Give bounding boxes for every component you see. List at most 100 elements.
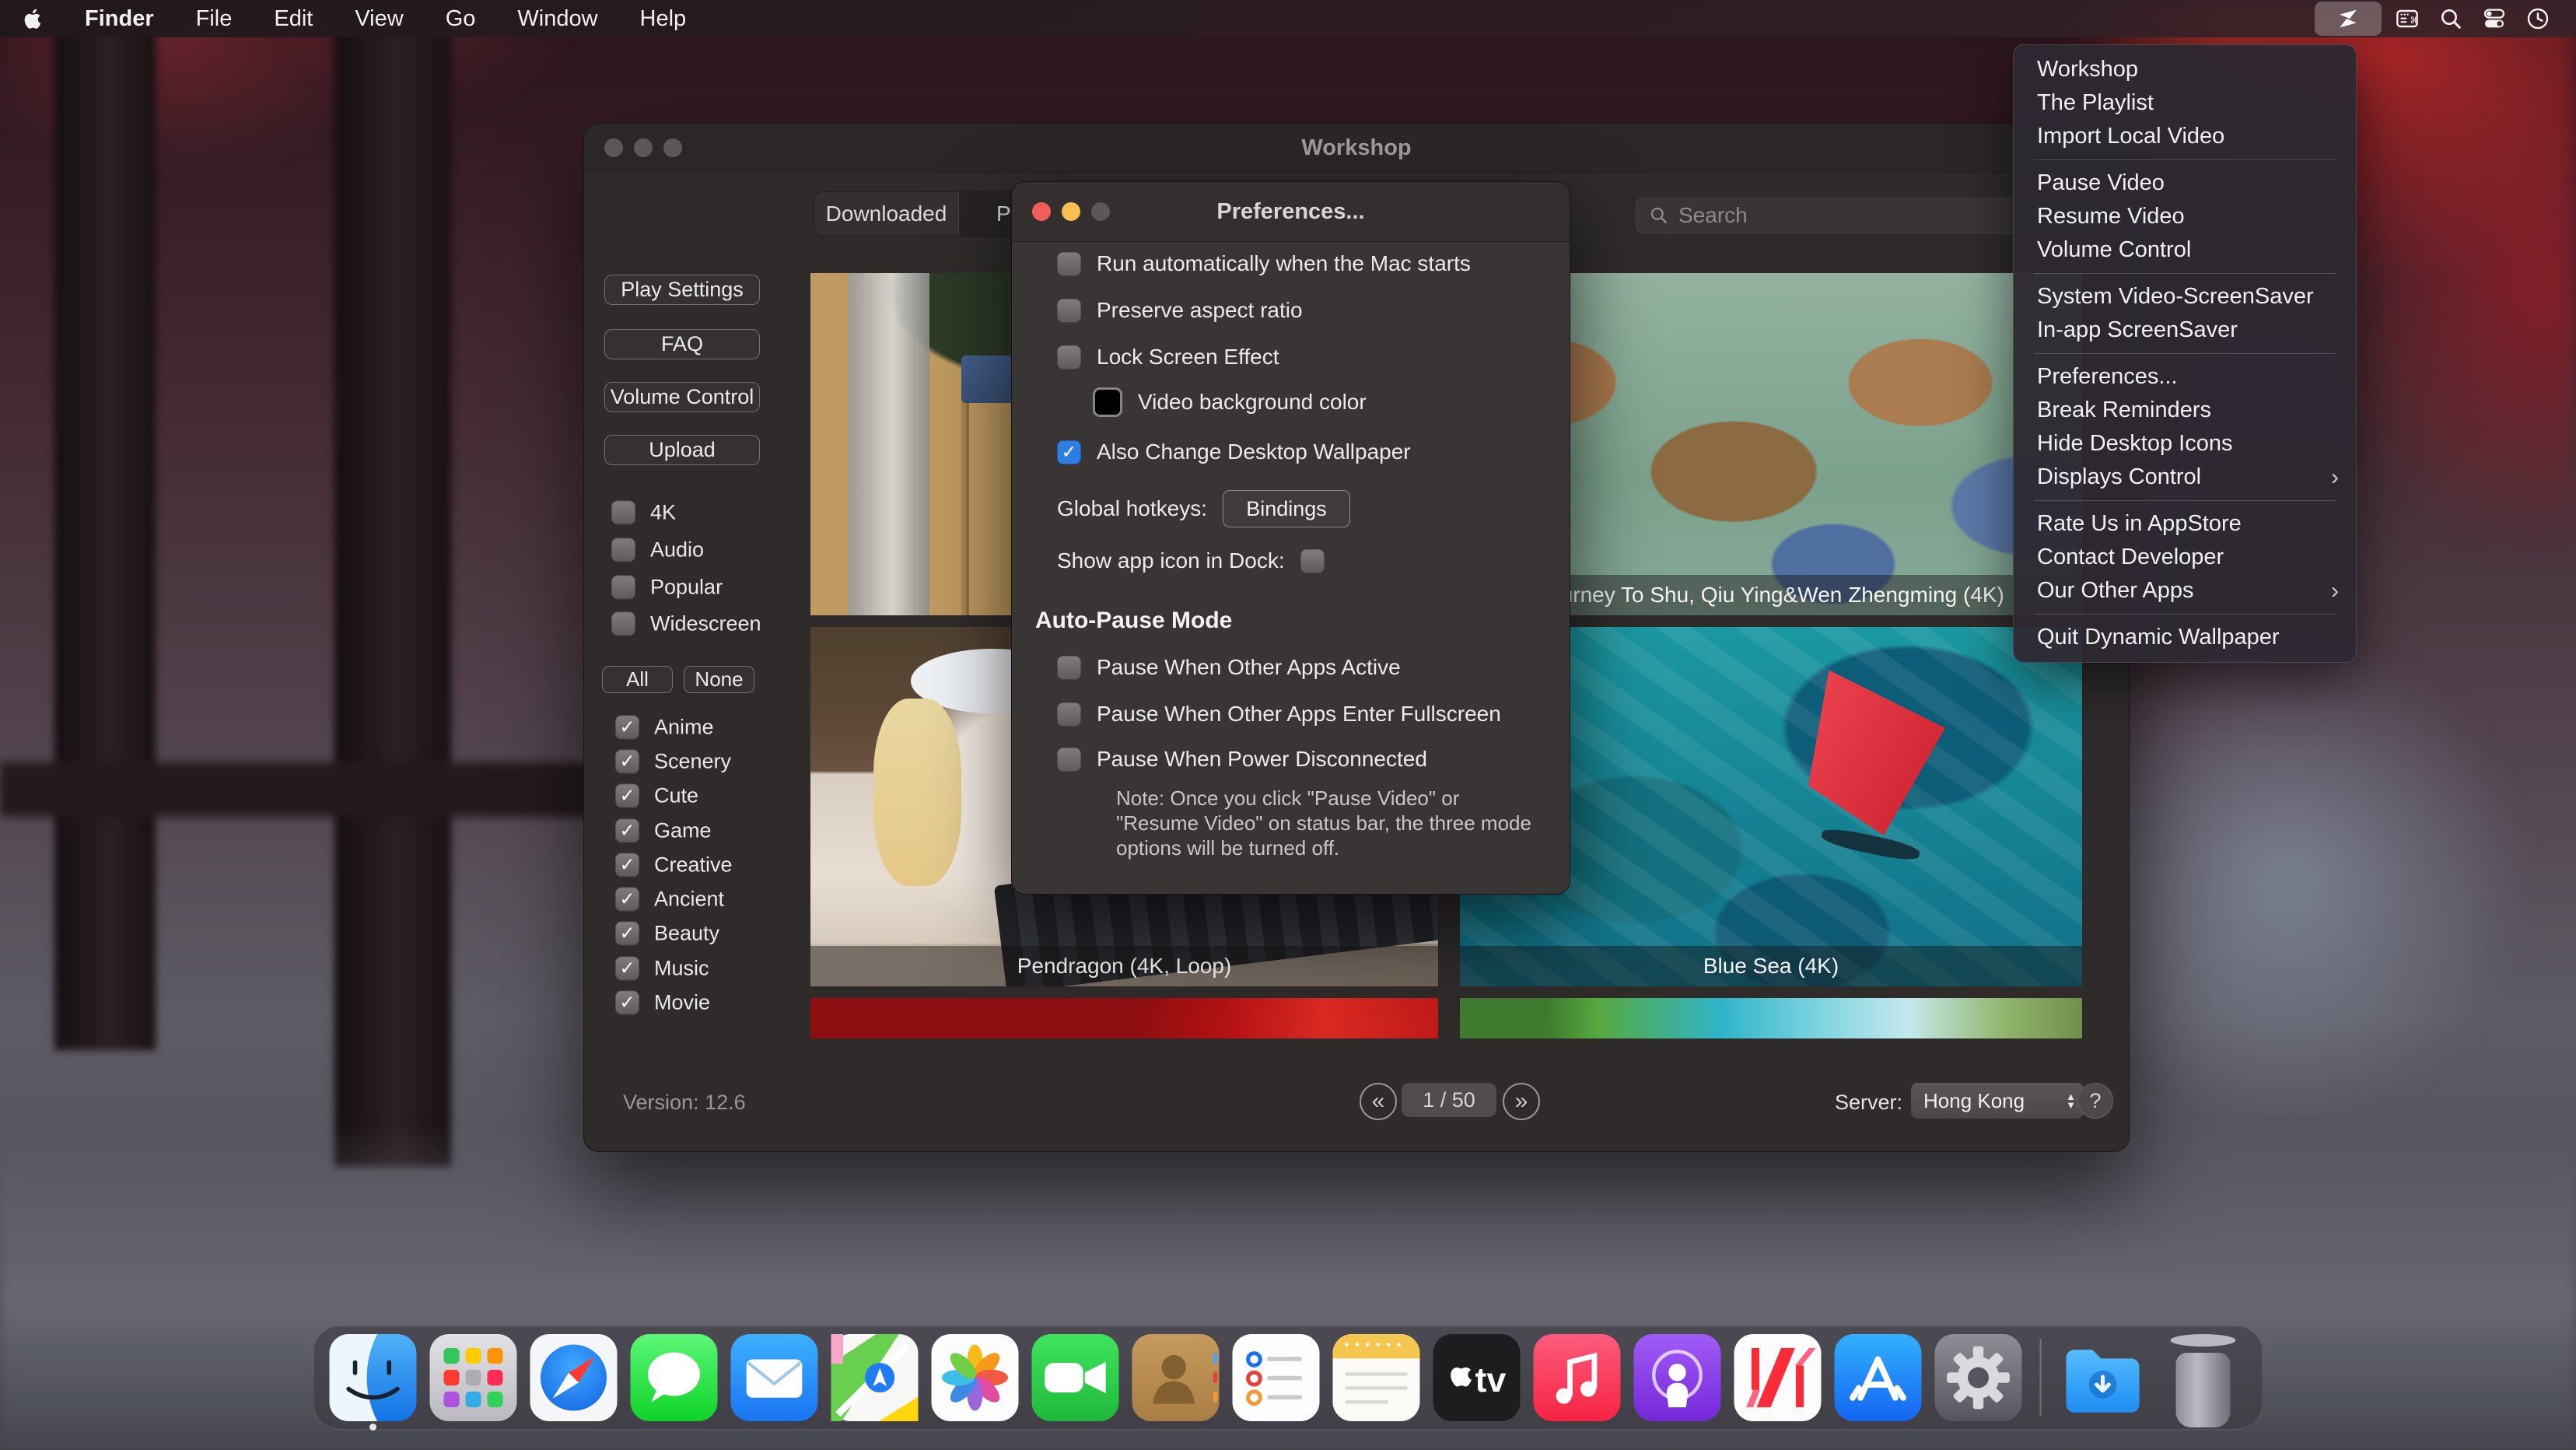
spotlight-status-icon[interactable] [2433,2,2469,36]
bindings-button[interactable]: Bindings [1223,490,1350,527]
thumbnail-partial-red[interactable] [810,998,1438,1038]
next-page-button[interactable]: » [1503,1083,1540,1120]
menu-item-the-playlist[interactable]: The Playlist [2014,86,2356,120]
category-music[interactable]: Music [615,957,709,981]
category-creative[interactable]: Creative [615,853,733,877]
dock-facetime-icon[interactable] [1032,1334,1119,1421]
menubar-view[interactable]: View [334,0,424,37]
menu-item-resume-video[interactable]: Resume Video [2014,200,2356,233]
menu-item-preferences[interactable]: Preferences... [2014,360,2356,394]
menu-item-hide-desktop-icons[interactable]: Hide Desktop Icons [2014,427,2356,461]
select-none-button[interactable]: None [684,666,754,693]
category-cute[interactable]: Cute [615,784,698,808]
checkbox[interactable] [1057,440,1081,464]
workshop-titlebar[interactable]: Workshop [584,124,2129,173]
faq-button[interactable]: FAQ [604,329,760,359]
menu-item-system-video-screensaver[interactable]: System Video-ScreenSaver [2014,280,2356,313]
dock-downloads-icon[interactable] [2060,1334,2147,1421]
menu-item-contact-developer[interactable]: Contact Developer [2014,541,2356,574]
filter-popular[interactable]: Popular [611,576,723,600]
dock-maps-icon[interactable] [831,1334,919,1421]
filter-widescreen[interactable]: Widescreen [611,612,761,636]
color-well[interactable] [1093,387,1122,417]
checkbox[interactable] [615,957,639,981]
tab-downloaded[interactable]: Downloaded [814,192,959,236]
checkbox[interactable] [615,888,639,912]
dock-settings-icon[interactable] [1935,1334,2022,1421]
dock-messages-icon[interactable] [631,1334,718,1421]
checkbox[interactable] [615,750,639,774]
apple-logo-icon [22,7,45,30]
checkbox[interactable] [1057,656,1081,680]
volume-control-button[interactable]: Volume Control [604,382,760,412]
prev-page-button[interactable]: « [1360,1083,1397,1120]
category-game[interactable]: Game [615,819,712,843]
checkbox[interactable] [615,922,639,946]
dock-contacts-icon[interactable] [1132,1334,1220,1421]
server-select[interactable]: Hong Kong ▲▼ [1911,1083,2084,1119]
menu-item-break-reminders[interactable]: Break Reminders [2014,394,2356,427]
dock-launchpad-icon[interactable] [430,1334,517,1421]
checkbox[interactable] [1057,299,1081,323]
dock-news-icon[interactable] [1734,1334,1822,1421]
checkbox[interactable] [1057,252,1081,276]
category-ancient[interactable]: Ancient [615,888,724,912]
menu-item-workshop[interactable]: Workshop [2014,53,2356,86]
checkbox[interactable] [611,576,635,600]
clock-status-icon[interactable] [2520,2,2556,36]
menu-item-volume-control[interactable]: Volume Control [2014,233,2356,267]
input-menu-status-icon[interactable]: ⌘ [2389,2,2425,36]
checkbox[interactable] [611,538,635,562]
dock-mail-icon[interactable] [731,1334,818,1421]
menubar-file[interactable]: File [175,0,254,37]
menu-item-displays-control[interactable]: Displays Control› [2014,461,2356,494]
dock-photos-icon[interactable] [932,1334,1019,1421]
control-center-status-icon[interactable] [2476,2,2512,36]
checkbox[interactable] [1057,345,1081,370]
menu-item-rate-us[interactable]: Rate Us in AppStore [2014,507,2356,541]
play-settings-button[interactable]: Play Settings [604,275,760,305]
dock-reminders-icon[interactable] [1233,1334,1320,1421]
menubar-go[interactable]: Go [425,0,497,37]
dock-podcasts-icon[interactable] [1634,1334,1721,1421]
checkbox[interactable] [611,501,635,525]
filter-audio[interactable]: Audio [611,538,704,562]
menu-item-quit[interactable]: Quit Dynamic Wallpaper [2014,621,2356,654]
menu-item-import-local-video[interactable]: Import Local Video [2014,120,2356,153]
checkbox[interactable] [1300,549,1325,573]
menubar-help[interactable]: Help [619,0,708,37]
dock-safari-icon[interactable] [530,1334,618,1421]
help-button[interactable]: ? [2077,1083,2113,1119]
checkbox[interactable] [615,991,639,1015]
dock-notes-icon[interactable] [1333,1334,1420,1421]
checkbox[interactable] [615,784,639,808]
dock-appstore-icon[interactable] [1835,1334,1922,1421]
dock-tv-icon[interactable]: tv [1433,1334,1521,1421]
menubar-window[interactable]: Window [496,0,618,37]
menubar-finder[interactable]: Finder [64,0,175,37]
category-beauty[interactable]: Beauty [615,922,719,946]
menu-item-our-other-apps[interactable]: Our Other Apps› [2014,574,2356,608]
checkbox[interactable] [615,819,639,843]
checkbox[interactable] [1057,702,1081,727]
dock-finder-icon[interactable] [330,1334,417,1421]
menu-item-in-app-screensaver[interactable]: In-app ScreenSaver [2014,313,2356,347]
checkbox[interactable] [615,853,639,877]
dynamic-wallpaper-status-icon[interactable] [2315,2,2382,36]
category-anime[interactable]: Anime [615,716,714,740]
select-all-button[interactable]: All [602,666,673,693]
menu-item-pause-video[interactable]: Pause Video [2014,166,2356,200]
checkbox[interactable] [615,716,639,740]
preferences-titlebar[interactable]: Preferences... [1012,182,1570,242]
checkbox[interactable] [1057,748,1081,772]
upload-button[interactable]: Upload [604,435,760,465]
menubar-edit[interactable]: Edit [253,0,334,37]
category-scenery[interactable]: Scenery [615,750,731,774]
dock-trash-icon[interactable] [2160,1334,2247,1421]
thumbnail-partial-green[interactable] [1460,998,2082,1038]
checkbox[interactable] [611,612,635,636]
filter-4k[interactable]: 4K [611,501,676,525]
dock-music-icon[interactable] [1534,1334,1621,1421]
apple-menu[interactable] [0,0,64,37]
category-movie[interactable]: Movie [615,991,710,1015]
